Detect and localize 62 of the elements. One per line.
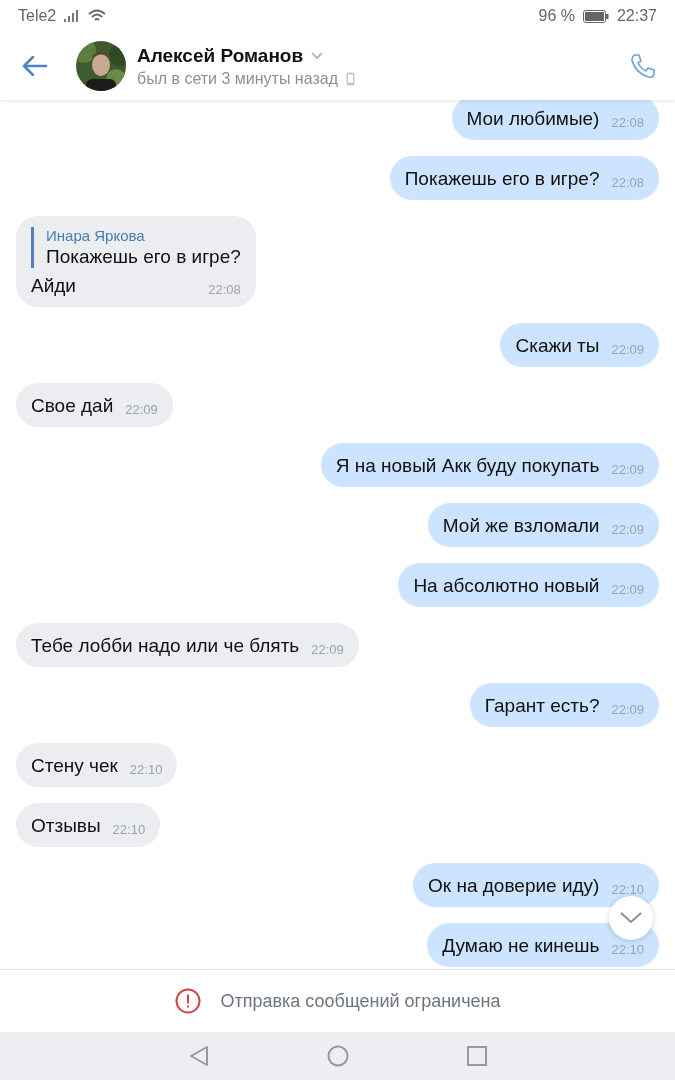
message-text: Мой же взломали [442, 514, 600, 538]
message-text: Я на новый Акк буду покупать [335, 454, 600, 478]
message-time: 22:09 [311, 642, 344, 658]
message-bubble[interactable]: Свое дай 22:09 [16, 383, 173, 427]
message-time: 22:08 [611, 115, 644, 131]
home-nav-icon[interactable] [326, 1045, 349, 1067]
message-time: 22:10 [112, 822, 146, 838]
recents-nav-icon[interactable] [466, 1046, 487, 1066]
message-time: 22:09 [611, 702, 644, 718]
message-bubble[interactable]: Отзывы 22:10 [16, 803, 161, 847]
message-time: 22:09 [611, 582, 644, 598]
message-time: 22:10 [129, 762, 163, 778]
message-text: Отзывы [31, 814, 101, 838]
message-text: Свое дай [31, 394, 114, 418]
message-bubble[interactable]: Инара Яркова Покажешь его в игре? Айди 22:08 [16, 216, 256, 307]
message-text: Стену чек [31, 754, 118, 778]
back-arrow-icon[interactable] [22, 56, 48, 76]
restriction-notice: Отправка сообщений ограничена [220, 990, 501, 1012]
contact-name[interactable]: Алексей Романов [137, 44, 304, 67]
message-time: 22:09 [611, 342, 644, 358]
message-text: Гарант есть? [484, 694, 600, 718]
signal-icon [64, 10, 81, 22]
message-text: Мои любимые) [466, 107, 600, 131]
message-bubble[interactable]: На абсолютно новый 22:09 [398, 563, 659, 607]
message-text: На абсолютно новый [413, 574, 600, 598]
message-text: Тебе лобби надо или че блять [31, 634, 300, 658]
chevron-down-icon[interactable] [619, 911, 643, 925]
message-time: 22:09 [611, 462, 644, 478]
phone-device-icon [346, 71, 355, 86]
message-text: Ок на доверие иду) [428, 874, 600, 898]
message-text: Думаю не кинешь [442, 934, 600, 958]
message-bubble[interactable]: Думаю не кинешь 22:10 [427, 923, 659, 967]
last-seen-status: был в сети 3 минуты назад [137, 69, 338, 88]
message-bubble[interactable]: Мой же взломали 22:09 [427, 503, 659, 547]
message-bubble[interactable]: Стену чек 22:10 [16, 743, 178, 787]
message-bubble[interactable]: Скажи ты 22:09 [500, 323, 659, 367]
message-bubble[interactable]: Покажешь его в игре? 22:08 [389, 156, 659, 200]
message-bubble[interactable]: Тебе лобби надо или че блять 22:09 [16, 623, 359, 667]
reply-author: Инара Яркова [46, 227, 146, 244]
back-nav-icon[interactable] [188, 1045, 209, 1067]
battery-icon [582, 9, 609, 23]
message-time: 22:09 [611, 522, 644, 538]
carrier-name: Tele2 [18, 7, 57, 25]
message-time: 22:08 [208, 282, 241, 298]
message-text: Скажи ты [515, 334, 600, 358]
clock: 22:37 [616, 7, 657, 25]
message-time: 22:10 [611, 942, 644, 958]
chevron-down-icon[interactable] [311, 51, 324, 60]
message-time: 22:10 [611, 882, 644, 898]
phone-icon[interactable] [629, 52, 657, 80]
warning-icon [174, 988, 201, 1014]
battery-percent: 96 % [538, 7, 575, 25]
message-text: Айди [31, 274, 76, 298]
message-text: Покажешь его в игре? [404, 167, 600, 191]
message-bubble[interactable]: Мои любимые) 22:08 [451, 100, 659, 140]
wifi-icon [88, 9, 107, 23]
message-bubble[interactable]: Я на новый Акк буду покупать 22:09 [320, 443, 659, 487]
message-time: 22:09 [125, 402, 158, 418]
quoted-message: Покажешь его в игре? [46, 246, 241, 268]
message-bubble[interactable]: Ок на доверие иду) 22:10 [413, 863, 659, 907]
message-bubble[interactable]: Гарант есть? 22:09 [469, 683, 659, 727]
message-time: 22:08 [611, 175, 644, 191]
